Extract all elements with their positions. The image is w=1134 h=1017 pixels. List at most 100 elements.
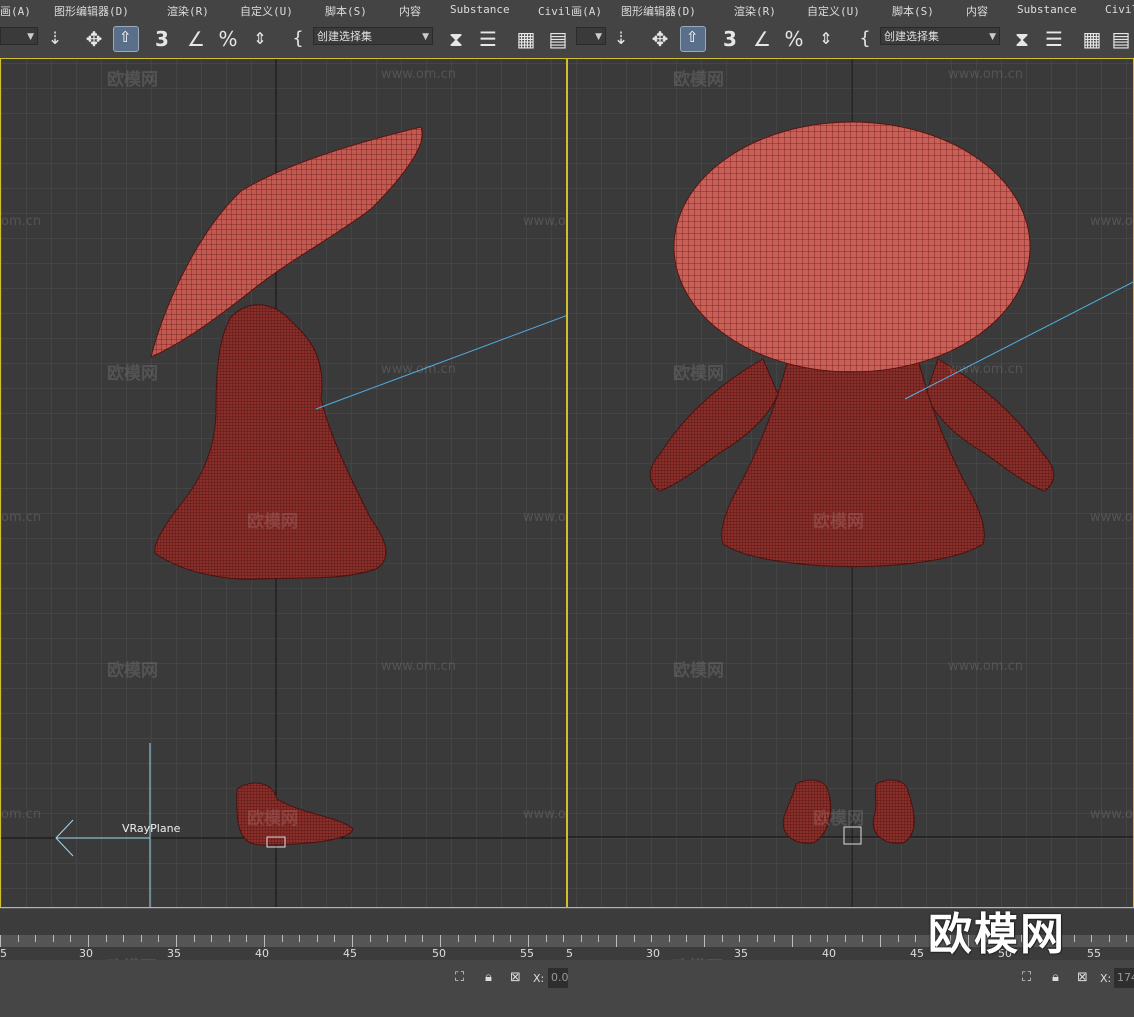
coordinate-dropdown[interactable]: ▼ — [0, 27, 38, 45]
absolute-mode-icon-2[interactable]: ⊠ — [1077, 970, 1088, 985]
layers-icon-2[interactable]: ▤ — [1108, 20, 1134, 58]
watermark-url: www.om.cn — [523, 510, 566, 525]
move-icon[interactable]: ✥ — [80, 20, 108, 58]
watermark-url: www.om.cn — [1090, 807, 1133, 822]
spinner-snap-icon[interactable]: ⇕ — [246, 20, 274, 58]
timeline-tick — [123, 935, 124, 942]
timeline-tick — [35, 935, 36, 942]
watermark-url: www.om.cn — [381, 362, 456, 377]
menu-item-civil-2[interactable]: Civil — [1105, 3, 1134, 16]
menu-item-civil[interactable]: Civil画(A) — [538, 3, 602, 19]
align-icon-2[interactable]: ☰ — [1040, 20, 1068, 58]
timeline-label: 35 — [734, 947, 748, 960]
timeline-tick — [757, 935, 758, 942]
selection-set-dropdown-right[interactable]: 创建选择集 ▼ — [880, 27, 1000, 45]
selection-set-dropdown-left[interactable]: 创建选择集 ▼ — [313, 27, 433, 45]
watermark-cn: 欧模网 — [673, 70, 724, 90]
watermark-cn: 欧模网 — [247, 809, 298, 829]
move-icon-2[interactable]: ✥ — [646, 20, 674, 58]
watermark-url: www.om.cn — [1090, 214, 1133, 229]
x-coord-label-2: X: — [1100, 972, 1112, 985]
timeline-tick — [581, 935, 582, 942]
spinner-snap-icon-2[interactable]: ⇕ — [812, 20, 840, 58]
timeline-label: 50 — [432, 947, 446, 960]
watermark-cn: 欧模网 — [107, 661, 158, 681]
watermark-cn: 欧模网 — [673, 661, 724, 681]
angle-snap-icon-2[interactable]: ∠ — [748, 20, 776, 58]
x-coord-field-2[interactable]: 174 — [1114, 968, 1134, 988]
menu-item-customize-2[interactable]: 自定义(U) — [807, 3, 860, 19]
select-active-button[interactable]: ⇧ — [113, 26, 139, 52]
timeline-tick — [898, 935, 899, 942]
timeline-tick — [422, 935, 423, 942]
timeline-label: 30 — [79, 947, 93, 960]
menu-item-rendering[interactable]: 渲染(R) — [167, 3, 209, 19]
timeline-tick — [810, 935, 811, 942]
menu-item-rendering-2[interactable]: 渲染(R) — [734, 3, 776, 19]
timeline-tick — [299, 935, 300, 942]
absolute-mode-icon[interactable]: ⊠ — [510, 970, 521, 985]
percent-snap-icon-2[interactable]: % — [780, 20, 808, 58]
timeline-tick — [229, 935, 230, 942]
menu-item-substance[interactable]: Substance — [450, 3, 510, 16]
align-icon[interactable]: ☰ — [474, 20, 502, 58]
lock-icon-2[interactable]: 🔒︎ — [1052, 970, 1059, 985]
x-coord-field[interactable]: 0.0 — [548, 968, 569, 988]
watermark-url: www.om.cn — [1090, 510, 1133, 525]
watermark-cn: 欧模网 — [813, 809, 864, 829]
mirror-icon-2[interactable]: ⧗ — [1008, 20, 1036, 58]
layer-explorer-icon-2[interactable]: ▦ — [1078, 20, 1106, 58]
timeline-tick — [616, 935, 617, 947]
layers-icon[interactable]: ▤ — [544, 20, 572, 58]
vrayplane-label[interactable]: VRayPlane — [122, 822, 180, 835]
menu-item-content-2[interactable]: 内容 — [966, 3, 988, 19]
menu-item-substance-2[interactable]: Substance — [1017, 3, 1077, 16]
viewport-right[interactable]: 欧模网 www.om.cn www.om.cn 欧模网 www.om.cn 欧模… — [567, 58, 1134, 908]
menu-item-customize[interactable]: 自定义(U) — [240, 3, 293, 19]
snap-icon[interactable]: ⇣ — [42, 20, 68, 58]
timeline-tick — [845, 935, 846, 942]
timeline-label: 5 — [566, 947, 573, 960]
snap-3d-icon[interactable]: 3 — [148, 20, 176, 58]
watermark-url: www.om.cn — [381, 659, 456, 674]
timeline-tick — [739, 935, 740, 942]
x-coord-label: X: — [533, 972, 545, 985]
menu-item-scripting-2[interactable]: 脚本(S) — [892, 3, 934, 19]
snap-3d-icon-2[interactable]: 3 — [716, 20, 744, 58]
timeline-label: 45 — [343, 947, 357, 960]
menu-item-graph-editors[interactable]: 图形编辑器(D) — [54, 3, 129, 19]
snap-icon-2[interactable]: ⇣ — [608, 20, 634, 58]
hat-mesh-back — [673, 121, 1031, 373]
timeline-label: 45 — [910, 947, 924, 960]
menu-item-content[interactable]: 内容 — [399, 3, 421, 19]
timeline-tick — [405, 935, 406, 942]
timeline-tick — [194, 935, 195, 942]
coordinate-dropdown-2[interactable]: ▼ — [576, 27, 606, 45]
isolate-icon-2[interactable]: ⛶ — [1022, 970, 1031, 985]
timeline-label: 55 — [1087, 947, 1101, 960]
layer-explorer-icon[interactable]: ▦ — [512, 20, 540, 58]
timeline-tick — [53, 935, 54, 942]
viewport-left[interactable]: 欧模网 www.om.cn om.cn www.om.cn 欧模网 www.om… — [0, 58, 567, 908]
timeline-tick — [915, 935, 916, 942]
watermark-url: om.cn — [1, 510, 42, 525]
timeline-label: 40 — [822, 947, 836, 960]
timeline-label: 40 — [255, 947, 269, 960]
select-active-button-2[interactable]: ⇧ — [680, 26, 706, 52]
isolate-icon[interactable]: ⛶ — [455, 970, 464, 985]
menu-item-animation[interactable]: 画(A) — [0, 3, 31, 19]
watermark-cn: 欧模网 — [813, 512, 864, 532]
menu-item-graph-editors-2[interactable]: 图形编辑器(D) — [621, 3, 696, 19]
named-selection-icon[interactable]: { — [284, 20, 312, 58]
timeline-tick — [141, 935, 142, 942]
mirror-icon[interactable]: ⧗ — [442, 20, 470, 58]
named-selection-icon-2[interactable]: { — [851, 20, 879, 58]
lock-icon[interactable]: 🔒︎ — [485, 970, 492, 985]
percent-snap-icon[interactable]: % — [214, 20, 242, 58]
menu-item-scripting[interactable]: 脚本(S) — [325, 3, 367, 19]
timeline-tick — [1074, 935, 1075, 942]
timeline-tick — [686, 935, 687, 942]
watermark-url: www.om.cn — [523, 807, 566, 822]
timeline-tick — [862, 935, 863, 942]
angle-snap-icon[interactable]: ∠ — [182, 20, 210, 58]
